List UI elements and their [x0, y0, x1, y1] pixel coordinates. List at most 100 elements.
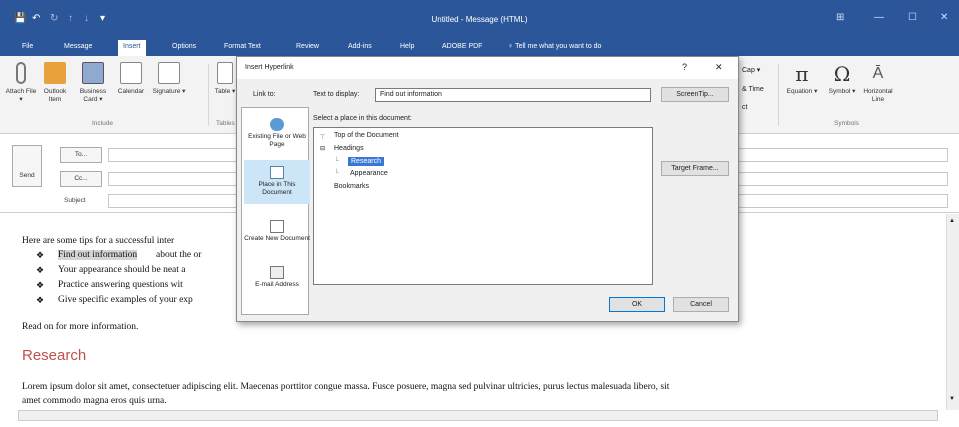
horizontal-line-label: Horizontal Line: [863, 88, 893, 103]
research-heading: Research: [22, 347, 87, 364]
object-button[interactable]: ct: [742, 104, 747, 111]
subject-label: Subject: [64, 197, 86, 204]
table-button[interactable]: Table ▾: [212, 62, 238, 96]
document-place-tree[interactable]: ┬ Top of the Document ⊟ Headings └ Resea…: [313, 127, 653, 285]
calendar-label: Calendar: [117, 88, 145, 95]
horizontal-scrollbar[interactable]: [18, 410, 938, 421]
symbol-label: Symbol ▾: [828, 88, 856, 95]
attach-file-label: Attach File ▾: [5, 88, 37, 103]
equation-button[interactable]: π Equation ▾: [784, 62, 820, 96]
link-to-label: Link to:: [253, 91, 276, 98]
outlook-item-button[interactable]: Outlook Item: [38, 62, 72, 104]
tab-message[interactable]: Message: [64, 43, 92, 50]
link-place-in-document[interactable]: Place in This Document: [244, 160, 310, 204]
text-to-display-label: Text to display:: [313, 91, 360, 98]
tab-add-ins[interactable]: Add-ins: [348, 43, 372, 50]
tree-line: └: [334, 158, 339, 165]
attach-file-button[interactable]: Attach File ▾: [4, 62, 38, 104]
read-on-text: Read on for more information.: [22, 322, 139, 332]
tree-headings[interactable]: Headings: [334, 145, 364, 152]
tab-insert[interactable]: Insert: [118, 40, 146, 56]
tab-adobe-pdf[interactable]: ADOBE PDF: [442, 43, 482, 50]
select-place-label: Select a place in this document:: [313, 115, 412, 122]
maximize-icon[interactable]: ☐: [908, 12, 917, 23]
title-bar: 💾 ↶ ↻ ↑ ↓ ▾ Untitled - Message (HTML) ⊞ …: [0, 0, 959, 40]
horizontal-line-icon: Ā: [872, 65, 884, 82]
tree-appearance[interactable]: Appearance: [350, 170, 388, 177]
send-label: Send: [19, 172, 35, 179]
link-email-address[interactable]: E-mail Address: [244, 266, 310, 289]
lorem-line-1: Lorem ipsum dolor sit amet, consectetuer…: [22, 382, 670, 392]
group-symbols-label: Symbols: [834, 120, 859, 127]
bullet-item-3: Practice answering questions wit: [58, 280, 183, 290]
text-to-display-input[interactable]: Find out information: [375, 88, 651, 102]
group-include-label: Include: [92, 120, 113, 127]
link-place-label: Place in This Document: [258, 181, 296, 196]
target-frame-button[interactable]: Target Frame...: [661, 161, 729, 176]
signature-icon: [158, 62, 180, 84]
new-document-icon: [270, 220, 284, 233]
dialog-title: Insert Hyperlink: [245, 64, 294, 71]
tab-options[interactable]: Options: [172, 43, 196, 50]
tree-bookmarks[interactable]: Bookmarks: [334, 183, 369, 190]
body-intro: Here are some tips for a successful inte…: [22, 236, 175, 246]
link-existing-file-label: Existing File or Web Page: [248, 133, 306, 148]
scroll-down-icon[interactable]: ▼: [949, 396, 955, 402]
email-icon: [270, 266, 284, 279]
outlook-item-label: Outlook Item: [43, 88, 67, 103]
tree-line: └: [334, 170, 339, 177]
bullet-item-2: Your appearance should be neat a: [58, 265, 186, 275]
bullet-icon: ❖: [36, 280, 45, 290]
vertical-scrollbar[interactable]: ▲ ▼: [946, 214, 959, 410]
ribbon-options-icon[interactable]: ⊞: [836, 12, 844, 23]
tree-research-selected[interactable]: Research: [348, 157, 384, 166]
insert-hyperlink-dialog: Insert Hyperlink ? ✕ Link to: Text to di…: [236, 56, 739, 322]
bullet-icon: ❖: [36, 265, 45, 275]
help-icon[interactable]: ?: [682, 62, 687, 72]
omega-icon: Ω: [833, 62, 851, 86]
tree-collapse-icon[interactable]: ⊟: [320, 145, 325, 152]
business-card-icon: [82, 62, 104, 84]
to-button[interactable]: To...: [60, 147, 102, 163]
ok-button[interactable]: OK: [609, 297, 665, 312]
tree-top-of-document[interactable]: Top of the Document: [334, 132, 399, 139]
tab-file[interactable]: File: [22, 43, 33, 50]
close-icon[interactable]: ✕: [940, 12, 948, 23]
calendar-button[interactable]: Calendar: [114, 62, 148, 96]
date-time-button[interactable]: & Time: [742, 86, 764, 93]
lorem-line-2: amet commodo magna eros quis urna.: [22, 396, 167, 406]
group-tables-label: Tables: [216, 120, 235, 127]
tab-help[interactable]: Help: [400, 43, 414, 50]
signature-label: Signature ▾: [152, 88, 186, 95]
symbol-button[interactable]: Ω Symbol ▾: [826, 62, 858, 96]
link-to-panel: Existing File or Web Page Place in This …: [241, 107, 310, 315]
link-create-new-label: Create New Document: [244, 235, 310, 242]
dialog-titlebar: Insert Hyperlink ? ✕: [237, 57, 738, 79]
horizontal-line-button[interactable]: Ā Horizontal Line: [860, 62, 896, 104]
scroll-up-icon[interactable]: ▲: [949, 218, 955, 224]
cc-button[interactable]: Cc...: [60, 171, 102, 187]
link-existing-file[interactable]: Existing File or Web Page: [244, 118, 310, 148]
tell-me-search[interactable]: ♀ Tell me what you want to do: [508, 43, 601, 50]
cancel-button[interactable]: Cancel: [673, 297, 729, 312]
calendar-icon: [120, 62, 142, 84]
link-email-label: E-mail Address: [255, 281, 299, 288]
minimize-icon[interactable]: —: [874, 12, 884, 23]
equation-label: Equation ▾: [786, 88, 818, 95]
tab-format-text[interactable]: Format Text: [224, 43, 261, 50]
screentip-button[interactable]: ScreenTip...: [661, 87, 729, 102]
send-button[interactable]: Send: [12, 145, 42, 187]
business-card-button[interactable]: Business Card ▾: [76, 62, 110, 104]
bullet-icon: ❖: [36, 250, 45, 260]
tree-line: ┬: [320, 132, 325, 139]
globe-file-icon: [270, 118, 284, 131]
tab-review[interactable]: Review: [296, 43, 319, 50]
table-label: Table ▾: [214, 88, 236, 95]
dialog-close-icon[interactable]: ✕: [715, 62, 723, 73]
window-title: Untitled - Message (HTML): [431, 15, 528, 24]
hyperlink-selection: Find out information: [58, 250, 138, 260]
link-create-new-document[interactable]: Create New Document: [244, 220, 310, 243]
signature-button[interactable]: Signature ▾: [152, 62, 186, 96]
drop-cap-button[interactable]: Cap ▾: [742, 66, 760, 74]
business-card-label: Business Card ▾: [79, 88, 107, 103]
